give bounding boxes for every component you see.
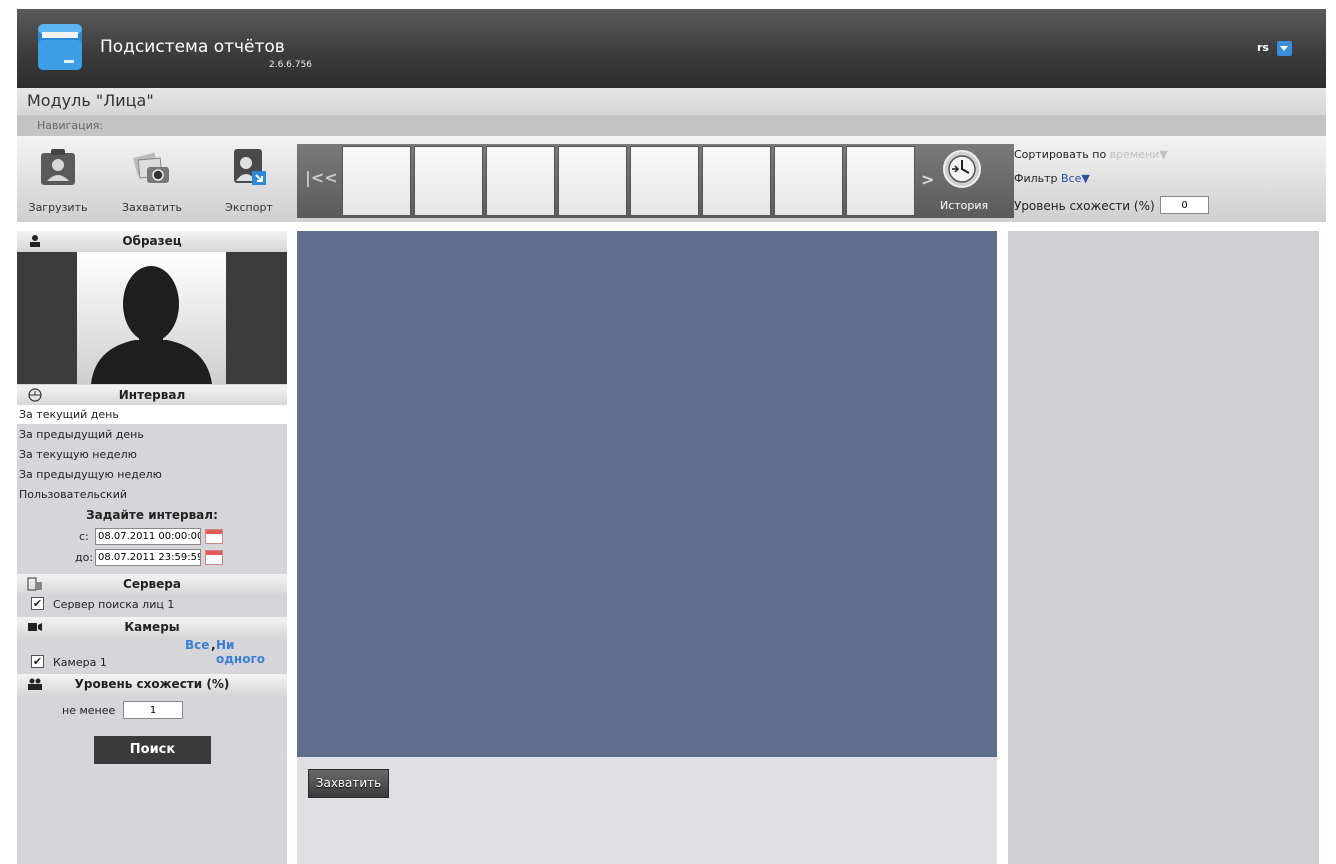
sort-label: Сортировать по (1014, 148, 1107, 161)
app-title: Подсистема отчётов (100, 37, 285, 57)
history-thumb[interactable] (558, 146, 627, 216)
module-title: Модуль "Лица" (27, 91, 154, 110)
sample-photo[interactable] (17, 252, 287, 384)
user-menu-dropdown-icon[interactable] (1277, 41, 1292, 56)
interval-item-previous-day[interactable]: За предыдущий день (17, 425, 287, 444)
toolbar: Загрузить Захватить Экспорт |<< > Истори… (17, 136, 1326, 222)
servers-section-header: Сервера (17, 574, 287, 594)
history-thumb[interactable] (846, 146, 915, 216)
cameras-select-none-link[interactable]: Ни одного (216, 638, 287, 666)
strip-next-icon[interactable]: > (921, 170, 934, 189)
history-thumb[interactable] (342, 146, 411, 216)
sort-value-dropdown[interactable]: времени▼ (1110, 148, 1168, 161)
sample-section-header: Образец (17, 231, 287, 251)
history-thumb[interactable] (414, 146, 483, 216)
min-similarity-label: не менее (62, 704, 116, 717)
export-button[interactable]: Экспорт (212, 144, 286, 216)
filter-label: Фильтр (1014, 172, 1058, 185)
similarity-section-title: Уровень схожести (%) (74, 677, 230, 691)
interval-item-current-week[interactable]: За текущую неделю (17, 445, 287, 464)
history-label: История (940, 199, 989, 212)
user-name[interactable]: rs (1257, 41, 1269, 54)
load-button[interactable]: Загрузить (21, 144, 95, 216)
capture-button[interactable]: Захватить (308, 769, 389, 798)
to-calendar-icon[interactable] (205, 550, 223, 565)
person-silhouette-icon (91, 266, 212, 384)
results-panel (1008, 231, 1319, 864)
server-checkbox[interactable]: ✔ (31, 597, 44, 610)
load-label: Загрузить (28, 201, 88, 214)
from-calendar-icon[interactable] (205, 529, 223, 544)
export-icon (234, 149, 266, 185)
filter-control: Фильтр Все▼ (1014, 172, 1090, 185)
module-bar: Модуль "Лица" (17, 88, 1326, 115)
servers-section-title: Сервера (123, 577, 181, 591)
search-button[interactable]: Поиск (94, 736, 211, 764)
cameras-section-title: Камеры (124, 620, 180, 634)
from-label: с: (79, 530, 89, 543)
camera-label: Камера 1 (53, 656, 107, 669)
history-thumb[interactable] (630, 146, 699, 216)
server-label: Сервер поиска лиц 1 (53, 598, 175, 611)
history-thumb[interactable] (486, 146, 555, 216)
video-view[interactable] (297, 231, 997, 757)
capture-tool-label: Захватить (122, 201, 182, 214)
center-panel: Захватить (297, 231, 997, 864)
interval-item-custom[interactable]: Пользовательский (17, 485, 287, 504)
camera-checkbox[interactable]: ✔ (31, 655, 44, 668)
similarity-section-header: Уровень схожести (%) (17, 674, 287, 694)
load-person-icon (41, 149, 75, 185)
cameras-link-separator: , (211, 638, 216, 652)
interval-section-header: Интервал (17, 385, 287, 405)
filter-value-dropdown[interactable]: Все▼ (1061, 172, 1090, 185)
interval-section-title: Интервал (118, 388, 186, 402)
capture-tool-button[interactable]: Захватить (115, 144, 189, 216)
navigation-bar: Навигация: (17, 115, 1326, 136)
camera-photos-icon (133, 152, 169, 183)
similarity-filter-label: Уровень схожести (%) (1014, 199, 1155, 213)
sort-control: Сортировать по времени▼ (1014, 148, 1168, 161)
set-interval-label: Задайте интервал: (86, 508, 218, 522)
history-clock-icon[interactable] (942, 149, 982, 189)
to-label: до: (75, 551, 94, 564)
history-thumb[interactable] (702, 146, 771, 216)
app-window: Подсистема отчётов 2.6.6.756 rs Модуль "… (0, 0, 1336, 864)
interval-item-current-day[interactable]: За текущий день (17, 405, 287, 424)
to-datetime-input[interactable] (95, 549, 201, 566)
similarity-filter-input[interactable] (1160, 196, 1209, 214)
history-thumb[interactable] (774, 146, 843, 216)
cameras-select-all-link[interactable]: Все (185, 638, 209, 652)
sample-placeholder (77, 252, 226, 384)
folder-logo-icon (38, 24, 82, 70)
cameras-section-header: Камеры (17, 617, 287, 637)
navigation-label: Навигация: (37, 119, 104, 132)
strip-first-icon[interactable]: |<< (305, 168, 338, 187)
sample-section-title: Образец (122, 234, 182, 248)
history-strip: |<< > История (297, 144, 1014, 218)
from-datetime-input[interactable] (95, 528, 201, 545)
export-label: Экспорт (225, 201, 273, 214)
left-panel: Образец Интервал За текущий день За пред… (17, 231, 287, 864)
app-header: Подсистема отчётов 2.6.6.756 rs (17, 9, 1326, 88)
min-similarity-input[interactable] (123, 701, 183, 719)
app-version: 2.6.6.756 (269, 60, 312, 70)
interval-item-previous-week[interactable]: За предыдущую неделю (17, 465, 287, 484)
